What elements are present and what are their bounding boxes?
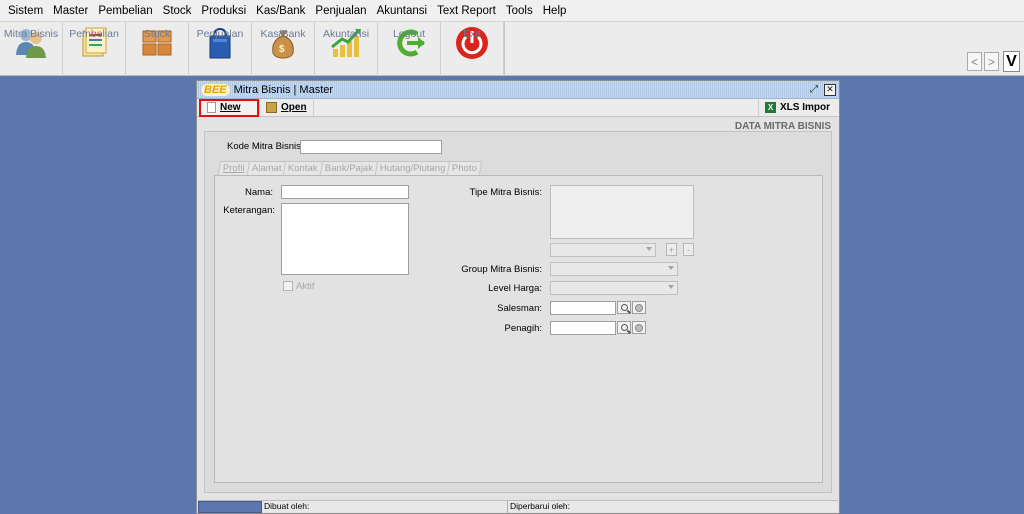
menu-help[interactable]: Help [538,0,572,22]
menu-penjualan[interactable]: Penjualan [310,0,371,22]
close-icon[interactable]: ✕ [824,83,836,96]
toolbar-mitra-bisnis-button[interactable]: Mitra Bisnis [0,22,63,76]
group-mitra-bisnis-label: Group Mitra Bisnis: [461,264,542,275]
main-toolbar: Mitra Bisnis Pembelian Stock Penjualan $… [0,22,1024,76]
created-by-status: Dibuat oleh: [262,501,508,513]
menu-stock[interactable]: Stock [158,0,197,22]
tipe-mitra-bisnis-label: Tipe Mitra Bisnis: [469,187,543,198]
aktif-label: Aktif [296,281,315,292]
menu-produksi[interactable]: Produksi [196,0,251,22]
status-indicator [198,501,262,513]
chevron-down-icon [646,247,652,251]
open-button[interactable]: Open [259,99,314,116]
menu-tools[interactable]: Tools [501,0,538,22]
restore-icon[interactable]: ⤢ [808,84,820,96]
penagih-label: Penagih: [504,323,542,334]
search-icon [620,324,628,331]
tab-kontak[interactable]: Kontak [283,161,324,175]
remove-tipe-button[interactable]: - [683,243,694,256]
new-button[interactable]: New [199,98,259,117]
level-harga-select[interactable] [550,281,678,295]
toolbar-logout-button[interactable]: Logout [378,22,441,76]
open-folder-icon [266,102,277,113]
window-toolbar: New Open X XLS Impor [197,98,839,117]
tab-hutang-piutang[interactable]: Hutang/Piutang [374,161,451,175]
menu-kas-bank[interactable]: Kas/Bank [251,0,310,22]
clear-icon [635,303,643,312]
clear-icon [635,323,643,332]
salesman-clear-button[interactable] [632,301,646,314]
menu-bar: Sistem Master Pembelian Stock Produksi K… [0,0,1024,22]
chevron-down-icon [668,285,674,289]
salesman-search-button[interactable] [617,301,631,314]
toolbar-kas-bank-button[interactable]: $ Kas/Bank [252,22,315,76]
chevron-down-icon [668,266,674,270]
updated-by-status: Diperbarui oleh: [510,501,571,511]
penagih-clear-button[interactable] [632,321,646,334]
group-mitra-bisnis-select[interactable] [550,262,678,276]
kode-mitra-bisnis-label: Kode Mitra Bisnis: [227,141,304,152]
tab-bank-pajak[interactable]: Bank/Pajak [319,161,379,175]
mitra-bisnis-window: BEE Mitra Bisnis | Master ⤢ ✕ New Open X… [196,80,840,514]
bee-logo: BEE [201,83,230,96]
aktif-checkbox[interactable] [283,281,293,291]
keterangan-label: Keterangan: [223,205,275,216]
add-tipe-button[interactable]: + [666,243,677,256]
penagih-input[interactable] [550,321,616,335]
nama-label: Nama: [245,187,273,198]
svg-text:$: $ [279,44,285,55]
excel-icon: X [764,102,776,113]
search-icon [620,304,628,311]
menu-pembelian[interactable]: Pembelian [93,0,157,22]
toolbar-penjualan-button[interactable]: Penjualan [189,22,252,76]
toolbar-akuntansi-button[interactable]: Akuntansi [315,22,378,76]
toolbar-pembelian-button[interactable]: Pembelian [63,22,126,76]
tab-profil[interactable]: Profil [217,161,250,175]
window-title: Mitra Bisnis | Master [233,83,334,96]
kode-mitra-bisnis-input[interactable] [300,140,442,154]
xls-import-button[interactable]: X XLS Impor [757,99,836,116]
menu-text-report[interactable]: Text Report [432,0,501,22]
window-title-bar[interactable]: BEE Mitra Bisnis | Master ⤢ ✕ [197,81,839,99]
salesman-input[interactable] [550,301,616,315]
tipe-mitra-bisnis-select[interactable] [550,243,656,257]
nama-input[interactable] [281,185,409,199]
tab-strip: Profil Alamat Kontak Bank/Pajak Hutang/P… [217,161,483,175]
toolbar-exit-button[interactable]: Exit [441,22,504,76]
tab-alamat[interactable]: Alamat [246,161,287,175]
toolbar-stock-button[interactable]: Stock [126,22,189,76]
tab-photo[interactable]: Photo [447,161,483,175]
nav-next-button[interactable]: > [984,52,999,71]
menu-akuntansi[interactable]: Akuntansi [372,0,433,22]
menu-sistem[interactable]: Sistem [3,0,48,22]
salesman-label: Salesman: [497,303,542,314]
menu-master[interactable]: Master [48,0,93,22]
version-badge: V [1003,51,1020,72]
keterangan-textarea[interactable] [281,203,409,275]
tipe-mitra-bisnis-list[interactable] [550,185,694,239]
level-harga-label: Level Harga: [488,283,542,294]
nav-prev-button[interactable]: < [967,52,982,71]
new-doc-icon [207,102,216,113]
status-bar: Dibuat oleh: Diperbarui oleh: [198,500,838,513]
penagih-search-button[interactable] [617,321,631,334]
